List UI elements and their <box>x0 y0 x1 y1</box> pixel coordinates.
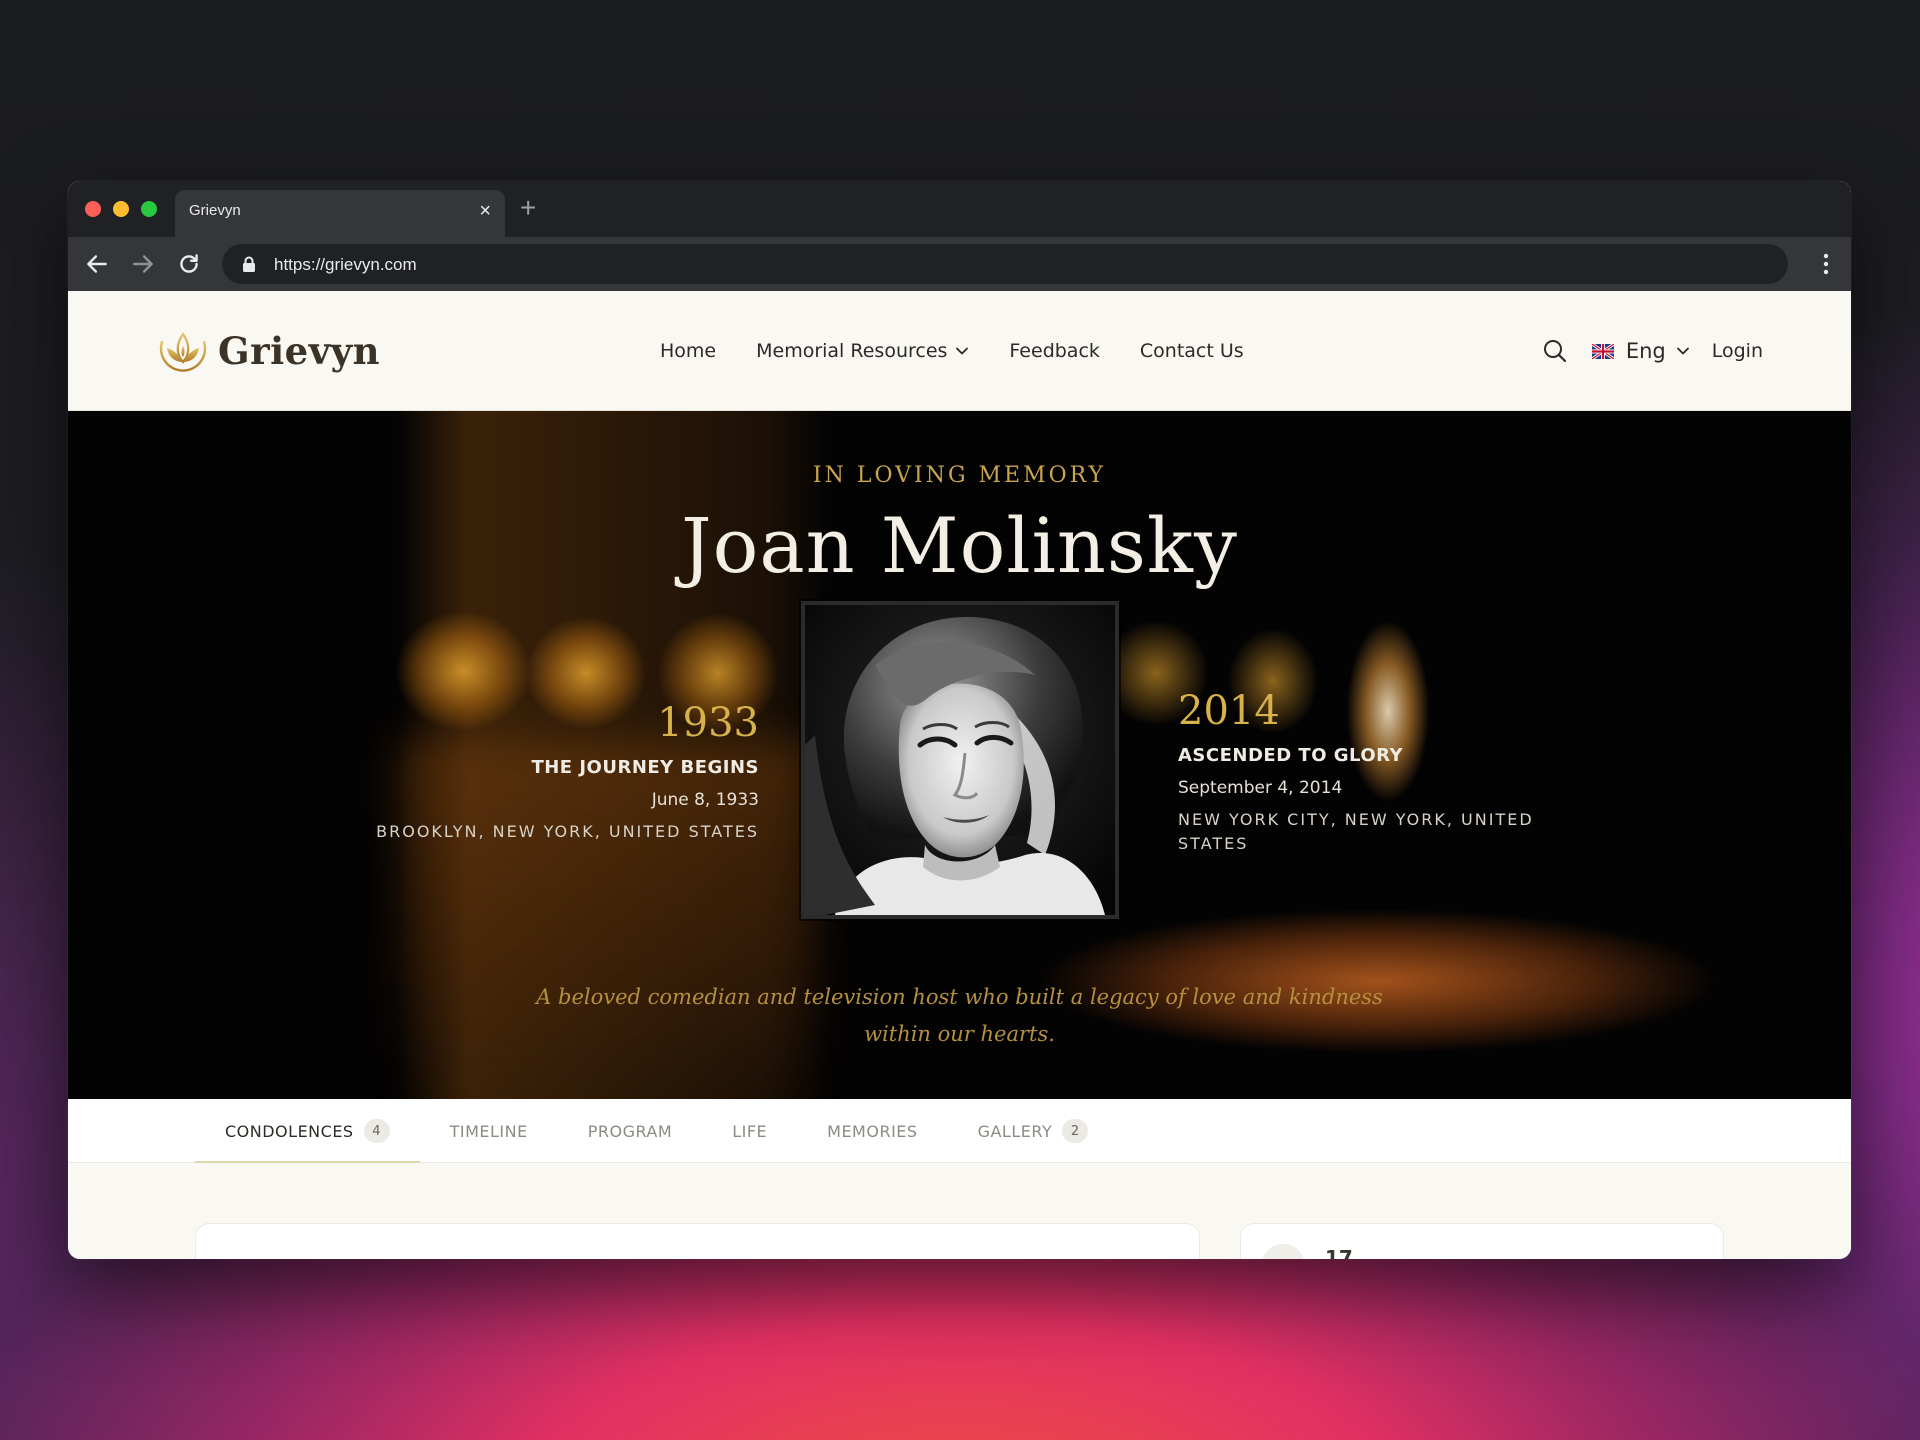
address-bar[interactable]: https://grievyn.com <box>222 244 1788 284</box>
birth-date: June 8, 1933 <box>651 790 759 810</box>
chevron-down-icon <box>956 347 969 355</box>
browser-menu-icon[interactable] <box>1823 253 1829 275</box>
nav-label: Memorial Resources <box>756 340 948 362</box>
back-arrow-icon[interactable] <box>84 251 110 277</box>
death-year: 2014 <box>1178 688 1280 734</box>
uk-flag-icon[interactable] <box>1591 343 1614 359</box>
url-text: https://grievyn.com <box>274 255 417 274</box>
deceased-name: Joan Molinsky <box>681 501 1238 590</box>
tab-label: LIFE <box>732 1121 768 1141</box>
lotus-logo-icon <box>159 332 207 372</box>
death-info: 2014 ASCENDED TO GLORY September 4, 2014… <box>1178 689 1598 856</box>
tribute-quote: A beloved comedian and television host w… <box>536 985 1383 1046</box>
nav-contact-us[interactable]: Contact Us <box>1140 340 1244 362</box>
logo-text: Grievyn <box>218 329 381 373</box>
tab-close-icon[interactable]: × <box>479 200 491 222</box>
death-date: September 4, 2014 <box>1178 778 1343 798</box>
count-badge: 4 <box>363 1119 390 1143</box>
avatar <box>1261 1244 1305 1259</box>
nav-label: Feedback <box>1009 340 1100 362</box>
tab-label: PROGRAM <box>587 1121 673 1141</box>
lock-icon <box>243 256 255 272</box>
chevron-down-icon[interactable] <box>1676 346 1690 356</box>
language-selector[interactable]: Eng <box>1626 339 1666 363</box>
site-header: Grievyn Home Memorial Resources Feedback… <box>68 291 1851 411</box>
portrait-image <box>805 605 1115 915</box>
birth-year: 1933 <box>657 700 759 746</box>
tab-label: MEMORIES <box>827 1121 918 1141</box>
maximize-window-button[interactable] <box>141 201 157 217</box>
browser-toolbar: https://grievyn.com <box>68 237 1851 291</box>
main-nav: Home Memorial Resources Feedback Contact… <box>660 291 1284 411</box>
tab-label: CONDOLENCES <box>225 1121 354 1141</box>
birth-info: 1933 THE JOURNEY BEGINS June 8, 1933 BRO… <box>376 701 759 844</box>
tab-label: TIMELINE <box>449 1121 528 1141</box>
browser-tab-strip: Grievyn × + <box>68 181 1851 237</box>
count-badge: 2 <box>1062 1119 1089 1143</box>
nav-home[interactable]: Home <box>660 340 716 362</box>
tab-memories[interactable]: MEMORIES <box>797 1099 947 1163</box>
stat-number: 17 <box>1325 1246 1353 1259</box>
nav-label: Contact Us <box>1139 340 1244 362</box>
birth-place: BROOKLYN, NEW YORK, UNITED STATES <box>376 822 759 841</box>
page-content: 17 <box>68 1163 1851 1259</box>
condolences-card <box>195 1223 1200 1259</box>
nav-label: Home <box>660 340 717 362</box>
death-heading: ASCENDED TO GLORY <box>1178 745 1404 766</box>
tab-program[interactable]: PROGRAM <box>558 1099 702 1163</box>
reload-icon[interactable] <box>176 251 202 277</box>
tab-title: Grievyn <box>189 202 241 219</box>
browser-window: Grievyn × + https://grievyn.com Grievyn … <box>68 181 1851 1259</box>
memorial-hero: IN LOVING MEMORY Joan Molinsky 1933 THE … <box>68 411 1851 1099</box>
birth-heading: THE JOURNEY BEGINS <box>531 757 759 778</box>
tab-gallery[interactable]: GALLERY 2 <box>948 1099 1119 1163</box>
close-window-button[interactable] <box>85 201 101 217</box>
forward-arrow-icon[interactable] <box>130 251 156 277</box>
site-logo[interactable]: Grievyn <box>156 321 380 381</box>
memorial-tabs: CONDOLENCES 4 TIMELINE PROGRAM LIFE MEMO… <box>68 1099 1851 1164</box>
nav-memorial-resources[interactable]: Memorial Resources <box>756 340 969 362</box>
portrait-photo <box>801 601 1119 919</box>
death-place: NEW YORK CITY, NEW YORK, UNITED STATES <box>1178 810 1534 853</box>
sidebar-card: 17 <box>1240 1223 1724 1259</box>
tab-condolences[interactable]: CONDOLENCES 4 <box>195 1099 420 1164</box>
browser-tab[interactable]: Grievyn × <box>175 190 505 237</box>
search-icon[interactable] <box>1542 338 1568 364</box>
tab-timeline[interactable]: TIMELINE <box>420 1099 558 1163</box>
minimize-window-button[interactable] <box>113 201 129 217</box>
header-actions: Eng Login <box>1542 291 1763 411</box>
tab-label: GALLERY <box>977 1121 1053 1141</box>
hero-kicker: IN LOVING MEMORY <box>812 463 1107 488</box>
nav-feedback[interactable]: Feedback <box>1009 340 1099 362</box>
tab-life[interactable]: LIFE <box>702 1099 797 1163</box>
login-link[interactable]: Login <box>1712 340 1763 362</box>
new-tab-button[interactable]: + <box>520 194 536 222</box>
